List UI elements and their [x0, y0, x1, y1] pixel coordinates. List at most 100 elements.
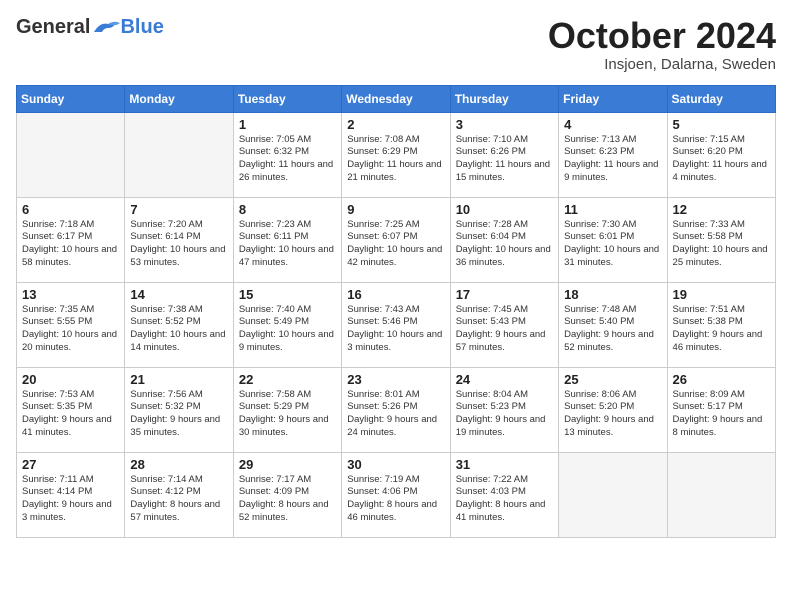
calendar-cell: 30 Sunrise: 7:19 AMSunset: 4:06 PMDayligh… — [342, 452, 450, 537]
calendar-week-3: 13 Sunrise: 7:35 AMSunset: 5:55 PMDayligh… — [17, 282, 776, 367]
day-number: 13 — [22, 287, 119, 302]
day-number: 25 — [564, 372, 661, 387]
calendar-cell: 31Sunrise: 7:22 AMSunset: 4:03 PMDayligh… — [450, 452, 558, 537]
calendar-cell: 8 Sunrise: 7:23 AMSunset: 6:11 PMDaylight… — [233, 197, 341, 282]
day-detail: Sunrise: 7:19 AMSunset: 4:06 PMDaylight:… — [347, 474, 444, 525]
day-number: 17 — [456, 287, 553, 302]
weekday-header-monday: Monday — [125, 85, 233, 112]
day-number: 9 — [347, 202, 444, 217]
weekday-header-tuesday: Tuesday — [233, 85, 341, 112]
day-detail: Sunrise: 7:30 AMSunset: 6:01 PMDaylight:… — [564, 219, 661, 270]
day-detail: Sunrise: 8:04 AMSunset: 5:23 PMDaylight:… — [456, 389, 553, 440]
day-detail: Sunrise: 7:05 AMSunset: 6:32 PMDaylight:… — [239, 134, 336, 185]
day-number: 1 — [239, 117, 336, 132]
title-block: October 2024 Insjoen, Dalarna, Sweden — [548, 16, 776, 73]
calendar-cell: 14 Sunrise: 7:38 AMSunset: 5:52 PMDayligh… — [125, 282, 233, 367]
calendar-week-1: 1 Sunrise: 7:05 AMSunset: 6:32 PMDaylight… — [17, 112, 776, 197]
calendar-cell — [667, 452, 775, 537]
calendar-cell — [559, 452, 667, 537]
logo-blue-text: Blue — [120, 16, 163, 39]
calendar-cell: 22Sunrise: 7:58 AMSunset: 5:29 PMDayligh… — [233, 367, 341, 452]
day-number: 5 — [673, 117, 770, 132]
day-detail: Sunrise: 7:18 AMSunset: 6:17 PMDaylight:… — [22, 219, 119, 270]
day-number: 24 — [456, 372, 553, 387]
calendar-cell: 5Sunrise: 7:15 AMSunset: 6:20 PMDaylight… — [667, 112, 775, 197]
calendar-cell: 9 Sunrise: 7:25 AMSunset: 6:07 PMDaylight… — [342, 197, 450, 282]
calendar-cell: 23Sunrise: 8:01 AMSunset: 5:26 PMDayligh… — [342, 367, 450, 452]
day-detail: Sunrise: 7:51 AMSunset: 5:38 PMDaylight:… — [673, 304, 770, 355]
calendar-cell: 2Sunrise: 7:08 AMSunset: 6:29 PMDaylight… — [342, 112, 450, 197]
day-number: 14 — [130, 287, 227, 302]
day-detail: Sunrise: 7:11 AMSunset: 4:14 PMDaylight:… — [22, 474, 119, 525]
calendar-cell: 10 Sunrise: 7:28 AMSunset: 6:04 PMDayligh… — [450, 197, 558, 282]
day-detail: Sunrise: 7:40 AMSunset: 5:49 PMDaylight:… — [239, 304, 336, 355]
day-detail: Sunrise: 7:48 AMSunset: 5:40 PMDaylight:… — [564, 304, 661, 355]
calendar-cell: 27Sunrise: 7:11 AMSunset: 4:14 PMDayligh… — [17, 452, 125, 537]
weekday-header-row: SundayMondayTuesdayWednesdayThursdayFrid… — [17, 85, 776, 112]
calendar-cell: 18 Sunrise: 7:48 AMSunset: 5:40 PMDayligh… — [559, 282, 667, 367]
calendar-cell — [17, 112, 125, 197]
day-number: 30 — [347, 457, 444, 472]
day-number: 21 — [130, 372, 227, 387]
day-number: 22 — [239, 372, 336, 387]
day-number: 16 — [347, 287, 444, 302]
calendar-cell: 12 Sunrise: 7:33 AMSunset: 5:58 PMDayligh… — [667, 197, 775, 282]
day-detail: Sunrise: 8:06 AMSunset: 5:20 PMDaylight:… — [564, 389, 661, 440]
day-number: 2 — [347, 117, 444, 132]
day-number: 29 — [239, 457, 336, 472]
calendar-week-2: 6 Sunrise: 7:18 AMSunset: 6:17 PMDaylight… — [17, 197, 776, 282]
day-detail: Sunrise: 7:10 AMSunset: 6:26 PMDaylight:… — [456, 134, 553, 185]
calendar-cell: 29 Sunrise: 7:17 AMSunset: 4:09 PMDayligh… — [233, 452, 341, 537]
calendar-week-5: 27Sunrise: 7:11 AMSunset: 4:14 PMDayligh… — [17, 452, 776, 537]
day-number: 6 — [22, 202, 119, 217]
location-subtitle: Insjoen, Dalarna, Sweden — [548, 56, 776, 73]
day-detail: Sunrise: 7:17 AMSunset: 4:09 PMDaylight:… — [239, 474, 336, 525]
weekday-header-friday: Friday — [559, 85, 667, 112]
day-detail: Sunrise: 7:45 AMSunset: 5:43 PMDaylight:… — [456, 304, 553, 355]
month-title: October 2024 — [548, 16, 776, 56]
day-detail: Sunrise: 7:22 AMSunset: 4:03 PMDaylight:… — [456, 474, 553, 525]
day-detail: Sunrise: 8:01 AMSunset: 5:26 PMDaylight:… — [347, 389, 444, 440]
day-detail: Sunrise: 7:13 AMSunset: 6:23 PMDaylight:… — [564, 134, 661, 185]
day-number: 10 — [456, 202, 553, 217]
calendar-cell: 28 Sunrise: 7:14 AMSunset: 4:12 PMDayligh… — [125, 452, 233, 537]
day-number: 3 — [456, 117, 553, 132]
day-number: 8 — [239, 202, 336, 217]
day-detail: Sunrise: 7:43 AMSunset: 5:46 PMDaylight:… — [347, 304, 444, 355]
day-detail: Sunrise: 7:14 AMSunset: 4:12 PMDaylight:… — [130, 474, 227, 525]
calendar-cell: 24 Sunrise: 8:04 AMSunset: 5:23 PMDayligh… — [450, 367, 558, 452]
calendar-cell: 1 Sunrise: 7:05 AMSunset: 6:32 PMDaylight… — [233, 112, 341, 197]
day-number: 18 — [564, 287, 661, 302]
day-detail: Sunrise: 7:20 AMSunset: 6:14 PMDaylight:… — [130, 219, 227, 270]
day-number: 7 — [130, 202, 227, 217]
day-number: 12 — [673, 202, 770, 217]
page-header: General Blue October 2024 Insjoen, Dalar… — [16, 16, 776, 73]
weekday-header-saturday: Saturday — [667, 85, 775, 112]
calendar-cell: 17 Sunrise: 7:45 AMSunset: 5:43 PMDayligh… — [450, 282, 558, 367]
day-detail: Sunrise: 7:23 AMSunset: 6:11 PMDaylight:… — [239, 219, 336, 270]
day-number: 28 — [130, 457, 227, 472]
day-detail: Sunrise: 8:09 AMSunset: 5:17 PMDaylight:… — [673, 389, 770, 440]
calendar-week-4: 20Sunrise: 7:53 AMSunset: 5:35 PMDayligh… — [17, 367, 776, 452]
day-detail: Sunrise: 7:38 AMSunset: 5:52 PMDaylight:… — [130, 304, 227, 355]
day-detail: Sunrise: 7:53 AMSunset: 5:35 PMDaylight:… — [22, 389, 119, 440]
calendar-cell: 15 Sunrise: 7:40 AMSunset: 5:49 PMDayligh… — [233, 282, 341, 367]
day-number: 4 — [564, 117, 661, 132]
calendar-cell: 25 Sunrise: 8:06 AMSunset: 5:20 PMDayligh… — [559, 367, 667, 452]
calendar-cell — [125, 112, 233, 197]
calendar-cell: 16 Sunrise: 7:43 AMSunset: 5:46 PMDayligh… — [342, 282, 450, 367]
weekday-header-wednesday: Wednesday — [342, 85, 450, 112]
day-detail: Sunrise: 7:28 AMSunset: 6:04 PMDaylight:… — [456, 219, 553, 270]
calendar-cell: 26Sunrise: 8:09 AMSunset: 5:17 PMDayligh… — [667, 367, 775, 452]
day-detail: Sunrise: 7:25 AMSunset: 6:07 PMDaylight:… — [347, 219, 444, 270]
logo-bird-icon — [92, 18, 120, 38]
calendar-cell: 19 Sunrise: 7:51 AMSunset: 5:38 PMDayligh… — [667, 282, 775, 367]
day-number: 15 — [239, 287, 336, 302]
calendar-cell: 4 Sunrise: 7:13 AMSunset: 6:23 PMDaylight… — [559, 112, 667, 197]
day-detail: Sunrise: 7:56 AMSunset: 5:32 PMDaylight:… — [130, 389, 227, 440]
calendar-cell: 13 Sunrise: 7:35 AMSunset: 5:55 PMDayligh… — [17, 282, 125, 367]
calendar-cell: 21 Sunrise: 7:56 AMSunset: 5:32 PMDayligh… — [125, 367, 233, 452]
day-number: 19 — [673, 287, 770, 302]
day-detail: Sunrise: 7:33 AMSunset: 5:58 PMDaylight:… — [673, 219, 770, 270]
day-detail: Sunrise: 7:35 AMSunset: 5:55 PMDaylight:… — [22, 304, 119, 355]
